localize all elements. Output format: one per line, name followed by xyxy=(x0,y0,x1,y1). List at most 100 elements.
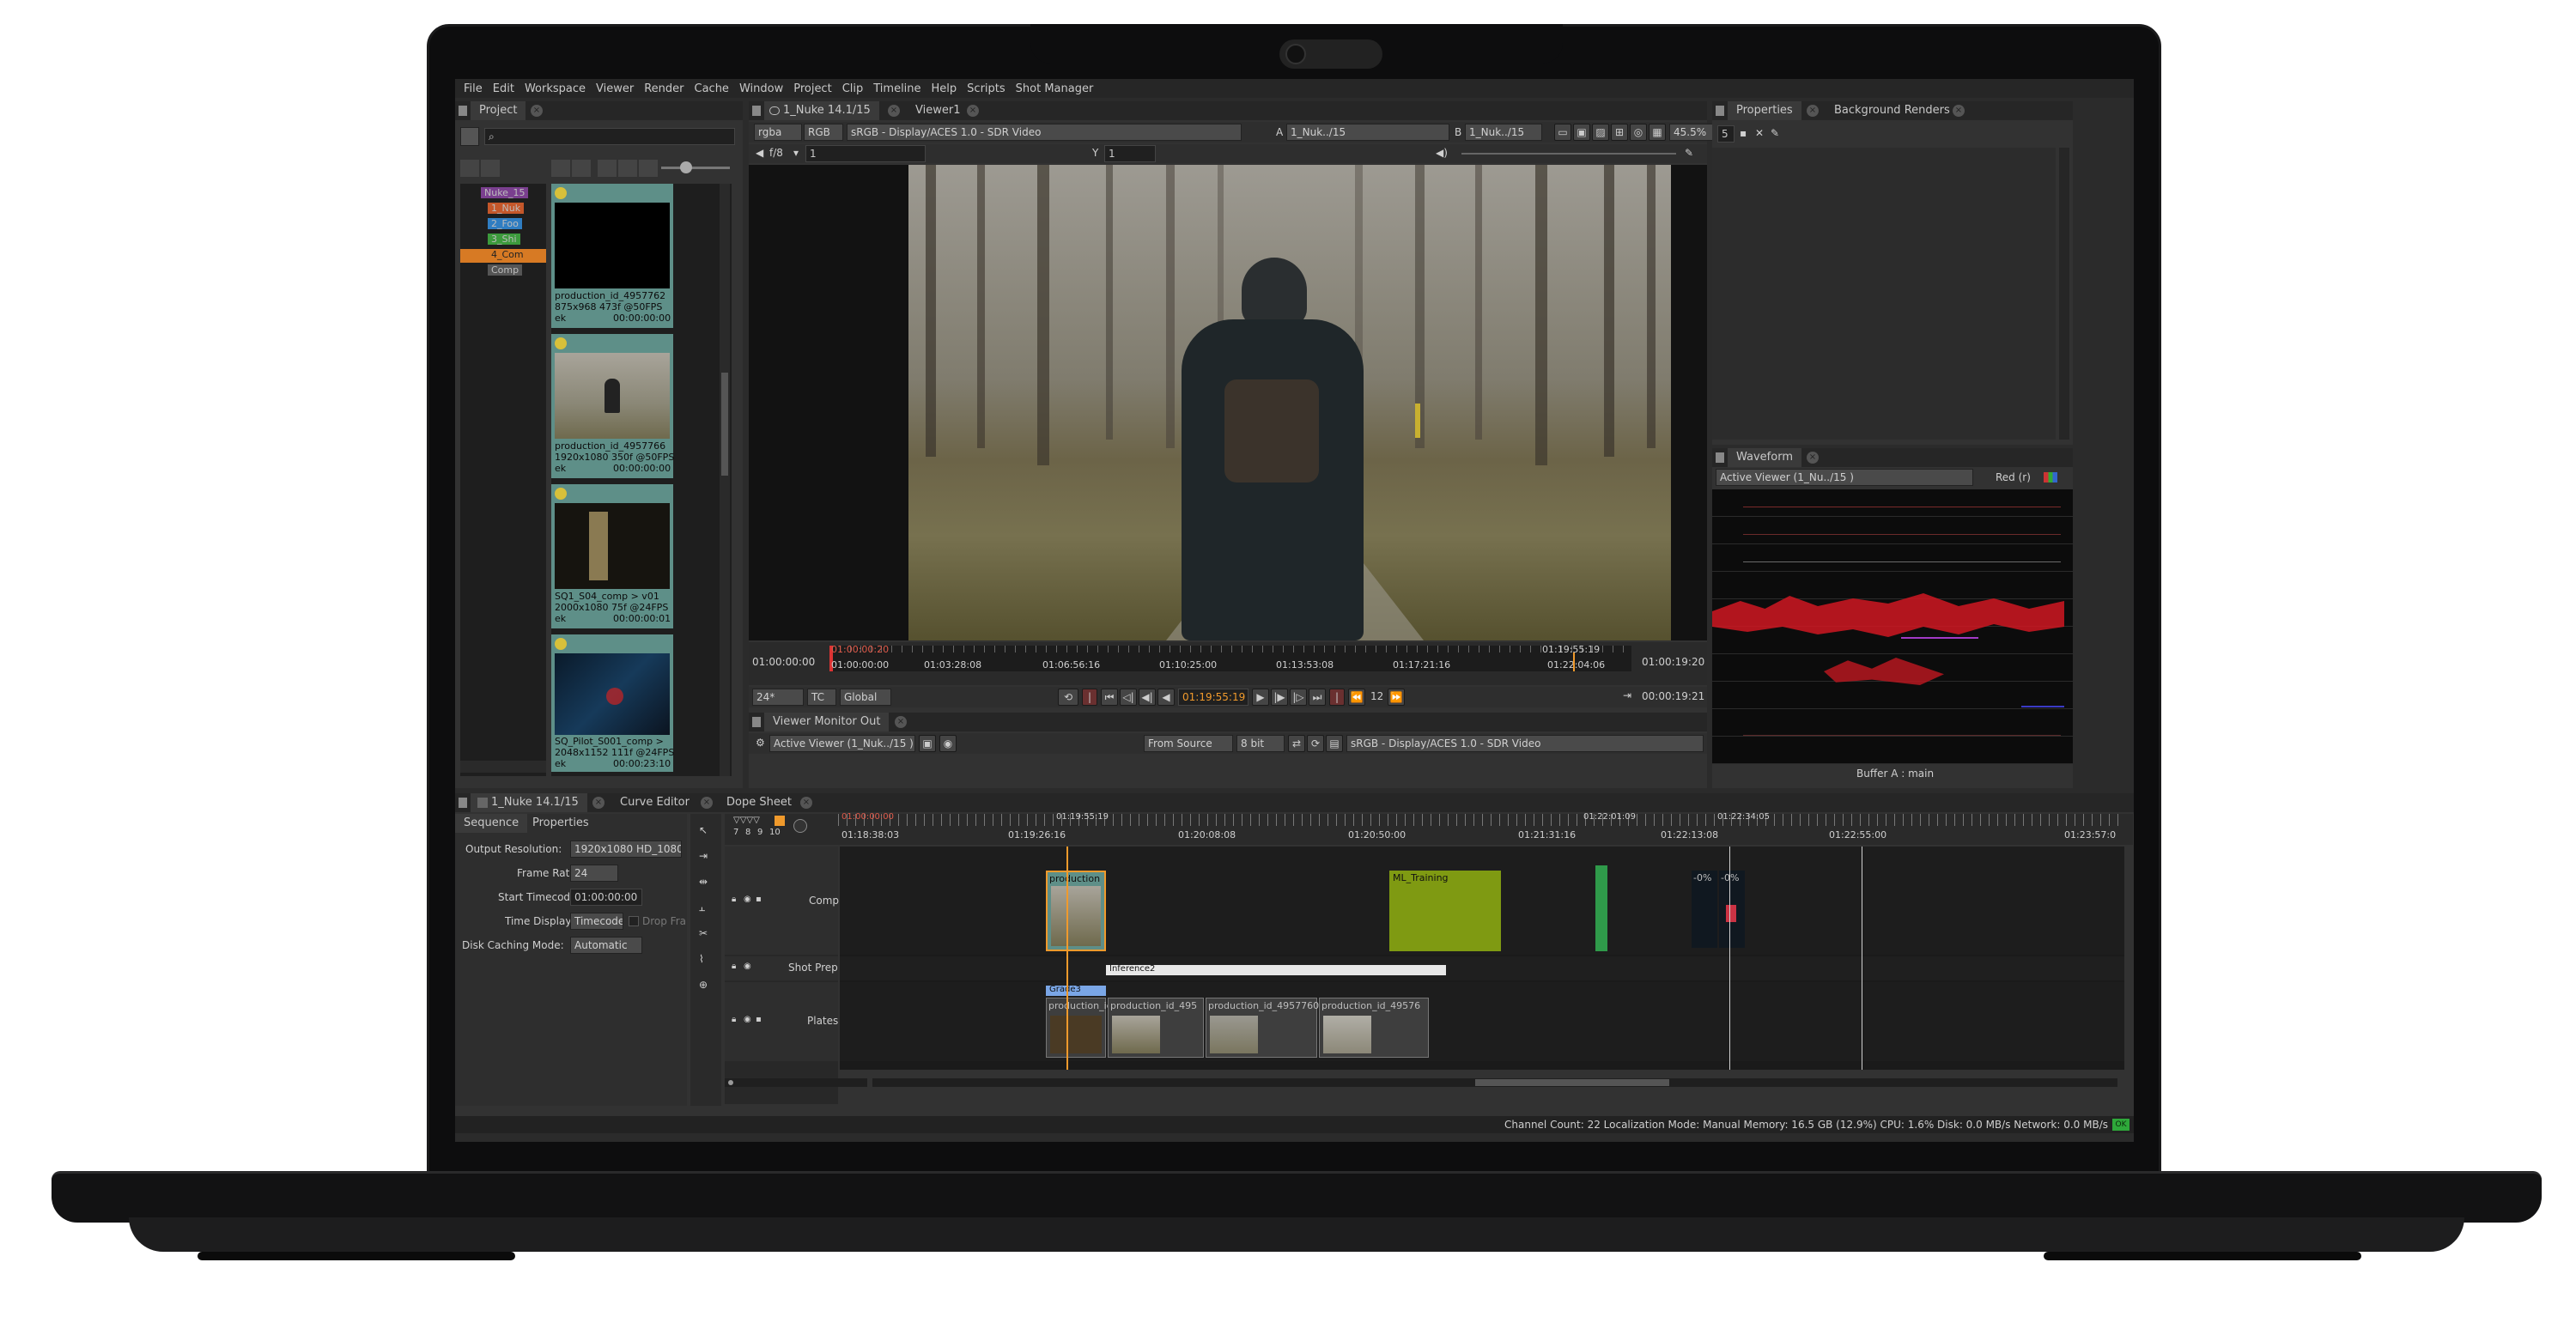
skip-back-icon[interactable]: ⏪ xyxy=(1348,689,1365,706)
tab-monitor-out[interactable]: Viewer Monitor Out xyxy=(764,713,890,731)
roi-icon[interactable]: ▭ xyxy=(1554,124,1571,141)
select-tool-icon[interactable]: ↖ xyxy=(699,824,708,836)
close-icon[interactable]: × xyxy=(895,716,907,728)
pen-icon[interactable]: ✎ xyxy=(1685,147,1693,159)
razor-tool-icon[interactable]: ✂ xyxy=(699,927,708,939)
panel-menu-icon[interactable] xyxy=(752,106,761,116)
version-active-icon[interactable] xyxy=(775,816,785,826)
properties-scrollbar[interactable] xyxy=(2059,148,2069,440)
gamma-field[interactable]: 1 xyxy=(1104,145,1156,162)
timeline-ruler[interactable]: ▽▽▽▽ 7 8 9 10 01:00:00:00 01:19:55:19 01… xyxy=(725,812,2133,845)
multi-tool-icon[interactable]: ⌇ xyxy=(699,953,704,965)
bin-list-icon[interactable] xyxy=(618,160,637,177)
comp-clip[interactable]: production xyxy=(1046,871,1106,951)
waveform-channel[interactable]: Red (r) xyxy=(1996,471,2031,483)
bin-tag-icon[interactable] xyxy=(551,160,570,177)
out-point-icon[interactable]: | xyxy=(1329,689,1345,706)
clip-card[interactable]: production_id_4957762 875x968 473f @50FP… xyxy=(551,184,673,328)
menu-scripts[interactable]: Scripts xyxy=(967,82,1005,95)
colorspace-dropdown[interactable]: RGB xyxy=(804,124,843,141)
track-lock-icon[interactable]: 🔒︎ xyxy=(732,1015,736,1024)
play-back-icon[interactable]: ◀ xyxy=(1157,689,1175,706)
menu-file[interactable]: File xyxy=(464,82,483,95)
next-key-icon[interactable]: |▷ xyxy=(1290,689,1307,706)
timeline-scrubber[interactable]: 01:00:00:20 01:00:00:00 01:03:28:08 01:0… xyxy=(829,644,1631,671)
panel-menu-icon[interactable] xyxy=(459,106,467,116)
step-back-icon[interactable]: ◀| xyxy=(1139,689,1156,706)
bin-detail-icon[interactable] xyxy=(639,160,658,177)
tree-tag-icon[interactable] xyxy=(460,160,479,177)
tree-scrollbar[interactable] xyxy=(460,761,546,773)
guides-icon[interactable]: ⊞ xyxy=(1611,124,1628,141)
slider-handle[interactable] xyxy=(680,161,692,173)
play-forward-icon[interactable]: ▶ xyxy=(1252,689,1269,706)
clip-card[interactable]: SQ_Pilot_S001_comp > 2048x1152 111f @24F… xyxy=(551,634,674,772)
monitor-display-dropdown[interactable]: sRGB - Display/ACES 1.0 - SDR Video xyxy=(1346,735,1704,752)
edit-icon[interactable]: ✎ xyxy=(1771,127,1779,139)
version-icon[interactable]: ▽▽▽▽ xyxy=(733,816,760,825)
track-header-plates[interactable]: 🔒︎ ◉ ▪ Plates xyxy=(725,982,838,1061)
grade-effect[interactable]: Grade3 xyxy=(1046,985,1106,996)
close-icon[interactable]: × xyxy=(1807,452,1819,464)
tab-dope-sheet[interactable]: Dope Sheet xyxy=(718,793,800,812)
ripple-tool-icon[interactable]: ⫠ xyxy=(699,901,705,914)
thumbnail-size-slider[interactable] xyxy=(661,167,730,169)
viewer-canvas[interactable] xyxy=(749,165,1707,640)
menu-timeline[interactable]: Timeline xyxy=(873,82,920,95)
zoom-tool-icon[interactable]: ⊕ xyxy=(699,979,708,991)
inference-clip[interactable]: Inference2 xyxy=(1106,964,1446,975)
track-eye-icon[interactable]: ◉ xyxy=(744,895,751,904)
tc-mode-dropdown[interactable]: TC xyxy=(807,689,836,706)
playhead[interactable] xyxy=(1573,652,1575,671)
mask-icon[interactable]: ▦ xyxy=(1649,124,1666,141)
last-frame-icon[interactable]: ⏭ xyxy=(1309,689,1326,706)
menu-cache[interactable]: Cache xyxy=(695,82,729,95)
menu-edit[interactable]: Edit xyxy=(493,82,514,95)
tab-background-renders[interactable]: Background Renders xyxy=(1826,101,1959,120)
menu-render[interactable]: Render xyxy=(644,82,683,95)
panel-menu-icon[interactable] xyxy=(1716,452,1724,463)
audio-icon[interactable]: ◀) xyxy=(1436,147,1448,159)
in-point-icon[interactable]: | xyxy=(1082,689,1097,706)
close-icon[interactable]: × xyxy=(888,105,900,117)
play-icon[interactable]: ◀ xyxy=(756,147,763,159)
ml-training-clip[interactable]: ML_Training xyxy=(1389,871,1501,951)
input-a-dropdown[interactable]: 1_Nuk../15 xyxy=(1286,124,1449,141)
close-icon[interactable]: × xyxy=(1953,105,1965,117)
bin-scrollbar[interactable] xyxy=(720,184,730,776)
loop-icon[interactable]: ⟲ xyxy=(1058,689,1078,706)
timeline-playhead[interactable] xyxy=(1066,847,1068,1070)
channel-dropdown[interactable]: rgba xyxy=(754,124,802,141)
slip-tool-icon[interactable]: ⇹ xyxy=(699,876,708,888)
monitor-eye-icon[interactable]: ◉ xyxy=(939,735,957,752)
output-resolution-dropdown[interactable]: 1920x1080 HD_1080 xyxy=(570,841,682,858)
tab-timeline[interactable]: 1_Nuke 14.1/15 xyxy=(471,793,587,812)
monitor-active-viewer-dropdown[interactable]: Active Viewer (1_Nuk../15 ) xyxy=(769,735,915,752)
project-search-input[interactable]: ⌕ xyxy=(484,128,735,145)
tracks-area[interactable]: production ML_Training -0% -0% Inference… xyxy=(840,847,2124,1070)
frame-rate-dropdown[interactable]: 24 xyxy=(570,865,618,882)
tab-node-graph[interactable]: 1_Nuke 14.1/15 xyxy=(764,101,879,120)
monitor-icon[interactable]: ▣ xyxy=(919,735,936,752)
tab-properties[interactable]: Properties xyxy=(1728,101,1801,120)
panel-menu-icon[interactable] xyxy=(459,798,467,808)
track-select-icon[interactable]: ⇥ xyxy=(699,850,708,862)
plate-clip[interactable]: production_id_4957760 xyxy=(1206,998,1319,1058)
timeline-h-scrollbar[interactable] xyxy=(872,1078,2117,1087)
tab-viewer1[interactable]: Viewer1 xyxy=(907,101,969,120)
fps-dropdown[interactable]: 24* xyxy=(752,689,804,706)
menu-workspace[interactable]: Workspace xyxy=(525,82,586,95)
track-lock-icon[interactable]: 🔒︎ xyxy=(732,962,736,971)
menu-viewer[interactable]: Viewer xyxy=(596,82,634,95)
close-icon[interactable]: × xyxy=(967,105,979,117)
track-zoom-slider[interactable] xyxy=(725,1078,867,1087)
rgb-toggle-icon[interactable] xyxy=(2044,472,2057,482)
first-frame-icon[interactable]: ⏮ xyxy=(1101,689,1118,706)
time-display-dropdown[interactable]: Timecode xyxy=(570,913,623,930)
clip-card[interactable]: production_id_4957766 1920x1080 350f @50… xyxy=(551,334,674,478)
track-gear-icon[interactable] xyxy=(793,819,807,833)
prev-key-icon[interactable]: ◁| xyxy=(1120,689,1137,706)
close-icon[interactable]: × xyxy=(800,797,812,809)
display-dropdown[interactable]: sRGB - Display/ACES 1.0 - SDR Video xyxy=(847,124,1242,141)
properties-count[interactable]: 5 xyxy=(1717,125,1735,143)
